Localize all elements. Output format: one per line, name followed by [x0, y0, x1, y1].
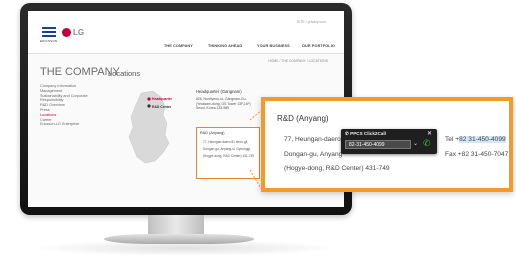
call-button[interactable]: ✆ — [423, 138, 431, 149]
callout-title: R&D (Anyang) — [277, 114, 329, 123]
phone-number-input[interactable]: 82-31-450-4099 — [345, 140, 411, 149]
callout-address-line: 77, Heungan-daero — [284, 136, 341, 143]
tel-prefix: Tel + — [445, 136, 460, 143]
click2call-popup: ✆ PPCS Click2Call ✕ 82-31-450-4099 ⌄ ✆ — [341, 129, 437, 154]
chevron-down-icon[interactable]: ⌄ — [413, 140, 418, 147]
zoom-callout: R&D (Anyang) 77, Heungan-daero Dongan-gu… — [261, 97, 513, 192]
click2call-title: ✆ PPCS Click2Call — [345, 131, 386, 136]
callout-address-line: Dongan-gu, Anyang — [284, 151, 343, 158]
tel-highlighted-number[interactable]: 82 31-450-4099 — [459, 136, 506, 143]
callout-tel[interactable]: Tel +82 31-450-4099 — [445, 136, 506, 143]
callout-fax: Fax +82 31-450-7047 — [445, 151, 509, 158]
close-icon[interactable]: ✕ — [427, 130, 432, 137]
callout-address-line: (Hogye-dong, R&D Center) 431-749 — [284, 165, 390, 172]
